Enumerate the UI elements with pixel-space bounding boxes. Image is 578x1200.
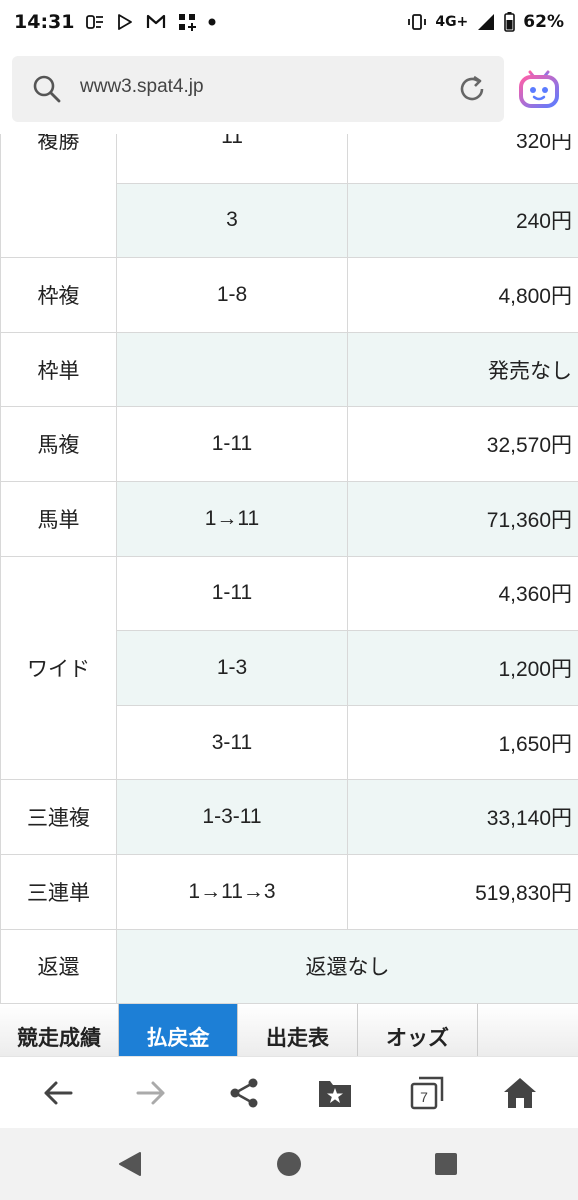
tab-race-results[interactable]: 競走成績 xyxy=(0,1004,119,1056)
bet-type-cell: 三連複 xyxy=(0,779,117,855)
bet-type-cell: 返還 xyxy=(0,928,117,1004)
bet-type-cell: 複勝 xyxy=(0,134,117,259)
search-icon xyxy=(32,74,62,108)
table-row: 馬複 1-11 32,570円 xyxy=(0,406,578,482)
bet-type-cell: 馬単 xyxy=(0,480,117,557)
vibrate-icon xyxy=(407,13,427,31)
bet-type-cell: 馬複 xyxy=(0,406,117,482)
combination-cell: 11 xyxy=(116,134,348,184)
signal-icon xyxy=(476,13,496,31)
bet-type-cell: ワイド xyxy=(0,555,117,781)
address-bar[interactable]: www3.spat4.jp xyxy=(12,56,504,122)
browser-toolbar: 7 xyxy=(0,1056,578,1128)
combination-cell: 1-8 xyxy=(116,257,348,333)
network-type: 4G+ xyxy=(435,14,469,30)
table-row: 枠単 発売なし xyxy=(0,331,578,408)
assistant-icon[interactable] xyxy=(516,66,562,112)
payout-amount-cell: 1,200円 xyxy=(347,630,578,706)
payout-content: 複勝 11 320円 3 240円 枠複 1-8 4,800円 枠単 発売なし xyxy=(0,134,578,1004)
phone-screen: 14:31 4G+ 62% www3.spat4.jp 複勝 11 320円 3… xyxy=(0,0,578,1200)
system-nav-bar xyxy=(0,1128,578,1200)
refund-value-cell: 返還なし xyxy=(116,928,578,1004)
table-row: 馬単 1→11 71,360円 xyxy=(0,480,578,557)
voicemail-icon xyxy=(86,13,104,31)
nav-recents-icon[interactable] xyxy=(432,1150,460,1178)
payout-amount-cell: 71,360円 xyxy=(347,480,578,557)
payout-amount-cell: 320円 xyxy=(347,134,578,184)
gmail-icon xyxy=(146,14,166,30)
battery-percent: 62% xyxy=(523,12,564,32)
tabs-icon[interactable]: 7 xyxy=(407,1073,447,1113)
combination-cell: 3 xyxy=(116,182,348,259)
table-row: 三連複 1-3-11 33,140円 xyxy=(0,779,578,855)
tab-count: 7 xyxy=(420,1089,428,1105)
combination-cell: 1→11 xyxy=(116,480,348,557)
combination-cell: 1→11→3 xyxy=(116,853,348,930)
combination-cell: 1-11 xyxy=(116,555,348,632)
reload-icon[interactable] xyxy=(456,73,488,109)
table-row: 返還 返還なし xyxy=(0,928,578,1004)
payout-amount-cell: 32,570円 xyxy=(347,406,578,482)
tab-entries[interactable]: 出走表 xyxy=(238,1004,358,1056)
payout-amount-cell: 発売なし xyxy=(347,331,578,408)
payout-amount-cell: 4,360円 xyxy=(347,555,578,632)
tab-payouts[interactable]: 払戻金 xyxy=(119,1004,238,1056)
payout-amount-cell: 4,800円 xyxy=(347,257,578,333)
table-row: ワイド 1-11 4,360円 xyxy=(0,555,578,781)
status-time: 14:31 xyxy=(14,11,75,33)
combination-cell: 1-11 xyxy=(116,406,348,482)
payout-table: 複勝 11 320円 3 240円 枠複 1-8 4,800円 枠単 発売なし xyxy=(0,134,578,1004)
forward-arrow-icon[interactable] xyxy=(131,1073,171,1113)
url-text[interactable]: www3.spat4.jp xyxy=(80,76,204,98)
tab-odds[interactable]: オッズ xyxy=(358,1004,478,1056)
payout-amount-cell: 33,140円 xyxy=(347,779,578,855)
bet-type-cell: 三連単 xyxy=(0,853,117,930)
battery-icon xyxy=(504,12,516,32)
notification-dot-icon xyxy=(208,18,216,26)
play-store-icon xyxy=(116,13,134,31)
table-row: 枠複 1-8 4,800円 xyxy=(0,257,578,333)
share-icon[interactable] xyxy=(224,1073,264,1113)
back-arrow-icon[interactable] xyxy=(38,1073,78,1113)
browser-address-area: www3.spat4.jp xyxy=(0,44,578,134)
bookmark-folder-icon[interactable] xyxy=(315,1073,355,1113)
table-row: 複勝 11 320円 xyxy=(0,134,578,259)
tab-more[interactable] xyxy=(478,1004,578,1056)
status-bar: 14:31 4G+ 62% xyxy=(0,0,578,44)
table-row: 三連単 1→11→3 519,830円 xyxy=(0,853,578,930)
combination-cell: 1-3 xyxy=(116,630,348,706)
app-grid-icon xyxy=(178,13,197,31)
payout-amount-cell: 519,830円 xyxy=(347,853,578,930)
home-icon[interactable] xyxy=(500,1073,540,1113)
page-tabbar: 競走成績 払戻金 出走表 オッズ xyxy=(0,1004,578,1056)
nav-home-icon[interactable] xyxy=(275,1150,303,1178)
payout-amount-cell: 1,650円 xyxy=(347,704,578,781)
combination-cell xyxy=(116,331,348,408)
bet-type-cell: 枠複 xyxy=(0,257,117,333)
nav-back-icon[interactable] xyxy=(116,1150,144,1178)
bet-type-cell: 枠単 xyxy=(0,331,117,408)
payout-amount-cell: 240円 xyxy=(347,182,578,259)
combination-cell: 1-3-11 xyxy=(116,779,348,855)
combination-cell: 3-11 xyxy=(116,704,348,781)
